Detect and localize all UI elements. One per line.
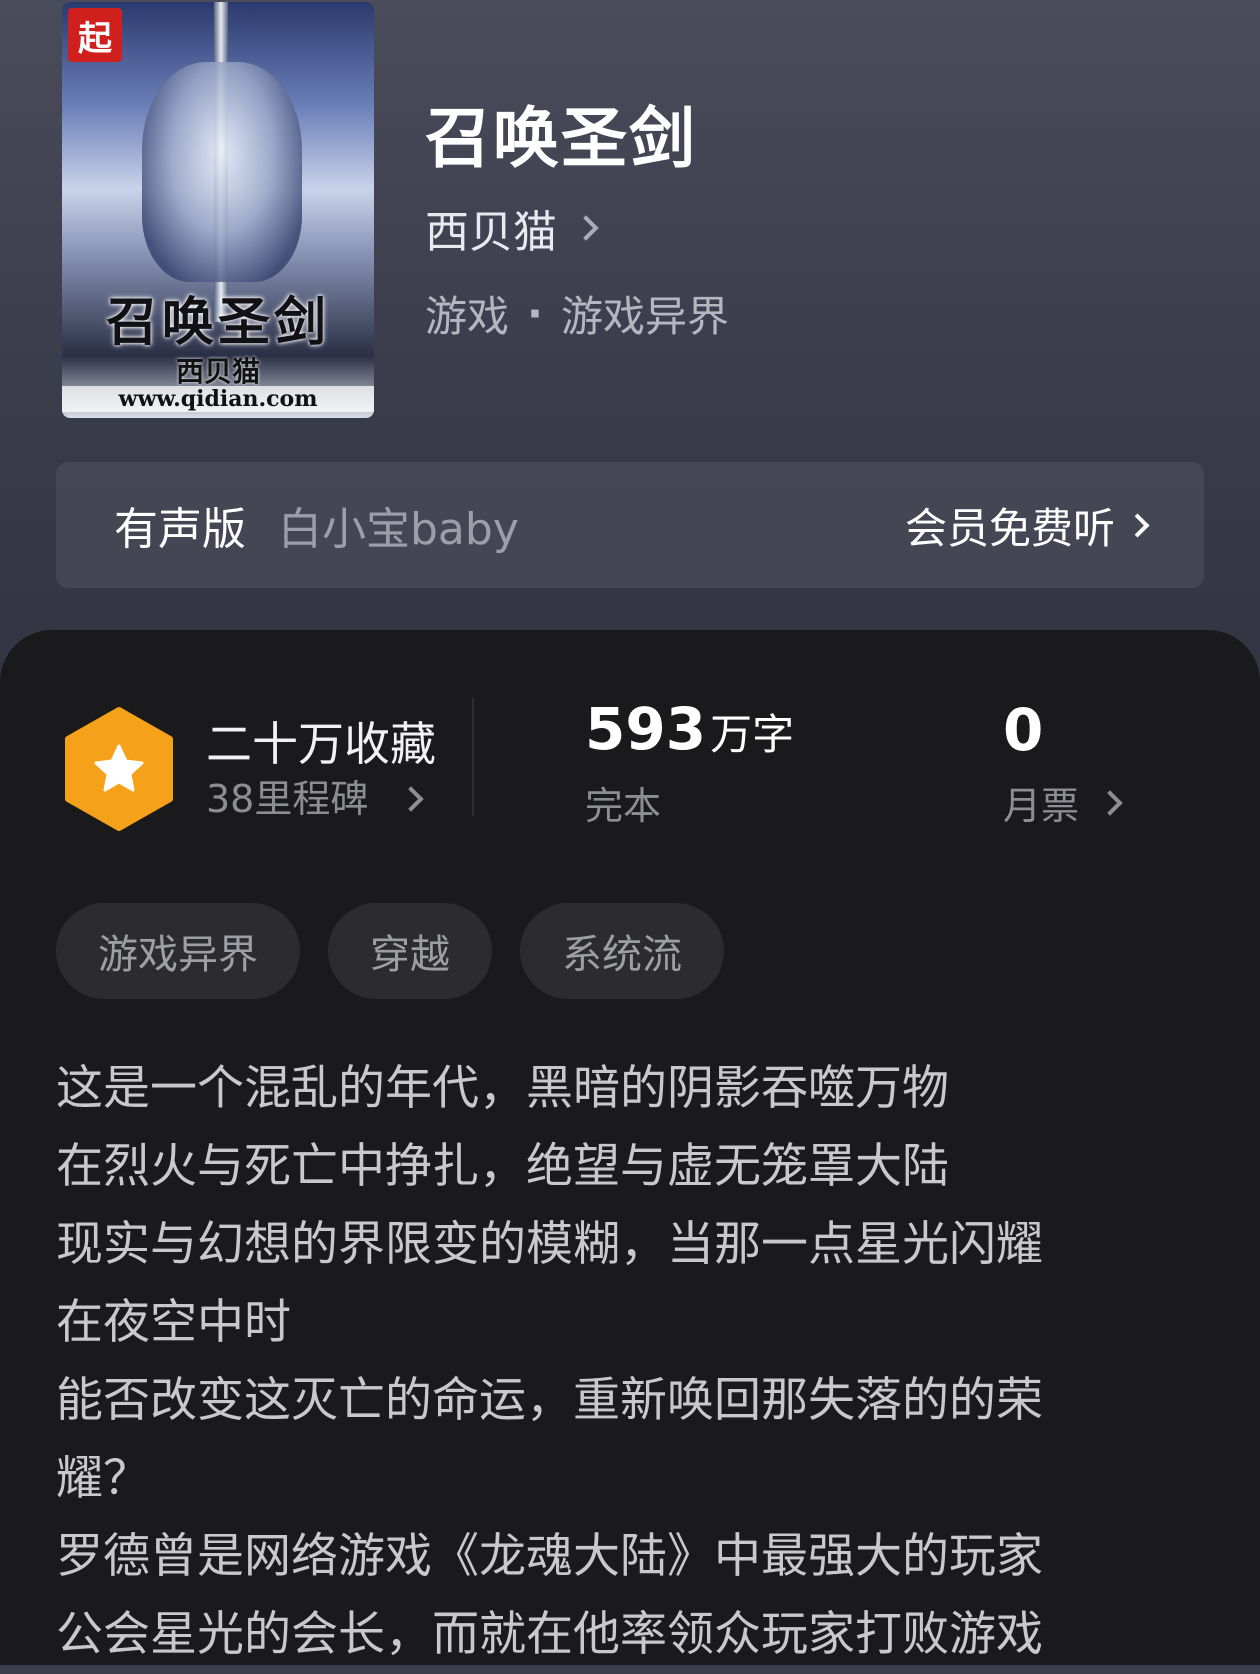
cover-url: www.qidian.com (62, 386, 374, 412)
author-name: 西贝猫 (425, 207, 557, 258)
monthly-ticket-count: 0 (1003, 696, 1044, 764)
favorites-count: 二十万收藏 (206, 717, 436, 771)
tag-list: 游戏异界 穿越 系统流 (56, 903, 724, 999)
separator-dot: · (527, 289, 543, 338)
member-free-listen-button[interactable]: 会员免费听 (904, 495, 1150, 556)
favorites-stat[interactable]: 二十万收藏 38里程碑 (62, 705, 436, 833)
audiobook-narrator: 白小宝baby (278, 504, 519, 555)
synopsis-line: 在夜空中时 (56, 1295, 291, 1350)
cover-title: 召唤圣剑 (105, 292, 330, 353)
audiobook-label: 有声版 (114, 504, 246, 555)
cover-author: 西贝猫 (175, 355, 260, 388)
synopsis-line: 耀？ (56, 1451, 150, 1506)
chevron-right-icon (1125, 512, 1150, 538)
monthly-ticket-stat[interactable]: 0 月票 (1003, 695, 1123, 830)
genre-breadcrumb: 游戏 · 游戏异界 (425, 283, 729, 344)
genre-subcategory[interactable]: 游戏异界 (561, 283, 729, 344)
member-free-listen-label: 会员免费听 (904, 503, 1115, 553)
word-count-unit: 万字 (710, 710, 795, 759)
tag-chip[interactable]: 游戏异界 (56, 903, 300, 999)
monthly-ticket-link[interactable]: 月票 (1003, 775, 1123, 830)
cover-knight-art (142, 62, 302, 282)
monthly-ticket-label: 月票 (1003, 784, 1080, 828)
genre-category[interactable]: 游戏 (425, 283, 509, 344)
completion-status: 完本 (585, 784, 662, 828)
synopsis-line: 现实与幻想的界限变的模糊，当那一点星光闪耀 (56, 1217, 1043, 1272)
book-title: 召唤圣剑 (425, 99, 697, 177)
book-synopsis[interactable]: 这是一个混乱的年代，黑暗的阴影吞噬万物 在烈火与死亡中挣扎，绝望与虚无笼罩大陆 … (56, 1050, 1206, 1674)
synopsis-line: 在烈火与死亡中挣扎，绝望与虚无笼罩大陆 (56, 1139, 949, 1194)
synopsis-line: 能否改变这灭亡的命运，重新唤回那失落的的荣 (56, 1373, 1043, 1428)
synopsis-line: 公会星光的会长，而就在他率领众玩家打败游戏 (56, 1607, 1043, 1662)
chevron-right-icon (1097, 789, 1123, 816)
tag-chip[interactable]: 穿越 (328, 903, 492, 999)
audiobook-bar[interactable]: 有声版 白小宝baby 会员免费听 (56, 462, 1204, 588)
chevron-right-icon (573, 215, 599, 241)
stat-divider (472, 698, 474, 816)
synopsis-line: 这是一个混乱的年代，黑暗的阴影吞噬万物 (56, 1061, 949, 1116)
chevron-right-icon (398, 786, 425, 812)
author-link[interactable]: 西贝猫 (425, 200, 599, 258)
milestones-link[interactable]: 38里程碑 (206, 774, 436, 824)
word-count-stat: 593 万字 完本 (585, 695, 794, 830)
milestones-label: 38里程碑 (206, 777, 369, 821)
tag-chip[interactable]: 系统流 (520, 903, 724, 999)
word-count-number: 593 (585, 695, 707, 763)
star-hexagon-icon (65, 707, 173, 831)
synopsis-line: 罗德曾是网络游戏《龙魂大陆》中最强大的玩家 (56, 1529, 1043, 1584)
cover-qidian-badge: 起 (68, 8, 122, 62)
book-cover[interactable]: 起 召唤圣剑 西贝猫 www.qidian.com (62, 2, 374, 418)
